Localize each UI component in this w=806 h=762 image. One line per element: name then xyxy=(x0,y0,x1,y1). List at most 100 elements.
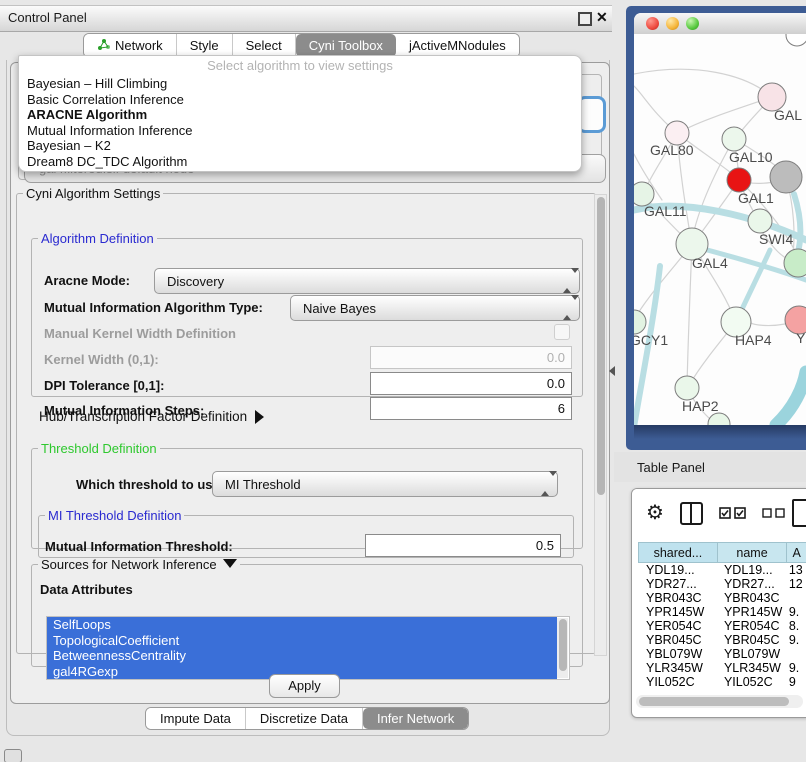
hub-definition-toggle[interactable]: Hub/Transcription Factor Definition xyxy=(39,409,264,424)
network-node-swi4[interactable] xyxy=(748,209,772,233)
data-attributes-label: Data Attributes xyxy=(40,582,133,597)
table-row[interactable]: YDL19...YDL19...13 xyxy=(638,563,806,577)
table-cell: YLR345W xyxy=(638,661,716,675)
list-scrollbar[interactable] xyxy=(557,618,568,678)
node-label: GAL xyxy=(774,107,802,123)
expand-right-icon xyxy=(255,410,264,424)
table-body: YDL19...YDL19...13YDR27...YDR27...12YBR0… xyxy=(638,563,806,689)
aracne-mode-select[interactable]: Discovery xyxy=(154,268,580,294)
node-label: Y xyxy=(796,330,806,346)
zoom-traffic-light-icon[interactable] xyxy=(686,17,699,30)
dpi-tolerance-field[interactable]: 0.0 xyxy=(370,372,572,395)
column-header[interactable]: shared... xyxy=(638,542,717,563)
table-panel-window: ⚙ shared...nameA YDL19...YDL19...13YDR27… xyxy=(631,488,806,718)
mi-threshold-field[interactable]: 0.5 xyxy=(365,534,561,557)
float-window-icon[interactable] xyxy=(578,12,592,26)
attribute-list-item[interactable]: BetweennessCentrality xyxy=(47,648,557,664)
table-horizontal-scrollbar[interactable] xyxy=(636,695,803,708)
gear-icon[interactable]: ⚙ xyxy=(646,503,664,523)
minimized-panel-icon[interactable] xyxy=(4,749,22,762)
table-row[interactable]: YBL079WYBL079W xyxy=(638,647,806,661)
table-row[interactable]: YIL052CYIL052C9 xyxy=(638,675,806,689)
window-shadow xyxy=(634,425,806,439)
attribute-list-item[interactable]: SelfLoops xyxy=(47,617,557,633)
tab-label: Cyni Toolbox xyxy=(309,38,383,53)
data-attributes-list[interactable]: SelfLoopsTopologicalCoefficientBetweenne… xyxy=(46,616,570,680)
column-header[interactable]: name xyxy=(717,542,786,563)
table-cell xyxy=(785,591,806,605)
network-node-gal1[interactable] xyxy=(727,168,751,192)
table-row[interactable]: YBR043CYBR043C xyxy=(638,591,806,605)
close-traffic-light-icon[interactable] xyxy=(646,17,659,30)
algorithm-option[interactable]: Bayesian – Hill Climbing xyxy=(19,76,581,92)
tab-select[interactable]: Select xyxy=(233,34,296,57)
network-graph-canvas[interactable]: GALGAL80GAL10GAL1GAL11SWI4GAL4GCY1HAP4YH… xyxy=(634,34,806,425)
mi-algorithm-type-select[interactable]: Naive Bayes xyxy=(290,295,580,321)
tab-label: Network xyxy=(115,38,163,53)
manual-kernel-checkbox[interactable] xyxy=(554,324,570,340)
table-cell: YLR345W xyxy=(716,661,785,675)
column-header[interactable]: A xyxy=(786,542,806,563)
aracne-mode-value: Discovery xyxy=(167,274,224,289)
attribute-list-item[interactable]: TopologicalCoefficient xyxy=(47,633,557,649)
node-label: GAL80 xyxy=(650,142,694,158)
network-edge xyxy=(692,139,734,240)
table-cell: YBR043C xyxy=(716,591,785,605)
algorithm-option[interactable]: Bayesian – K2 xyxy=(19,138,581,154)
stepper-arrows-icon xyxy=(563,273,572,288)
network-node-gal10[interactable] xyxy=(722,127,746,151)
minimize-traffic-light-icon[interactable] xyxy=(666,17,679,30)
tab-style[interactable]: Style xyxy=(177,34,233,57)
tab-discretize-data[interactable]: Discretize Data xyxy=(246,708,363,729)
columns-icon[interactable] xyxy=(680,502,703,525)
table-row[interactable]: YDR27...YDR27...12 xyxy=(638,577,806,591)
algorithm-option[interactable]: Dream8 DC_TDC Algorithm xyxy=(19,154,581,170)
table-cell xyxy=(785,647,806,661)
table-row[interactable]: YPR145WYPR145W9. xyxy=(638,605,806,619)
sources-title[interactable]: Sources for Network Inference xyxy=(38,557,240,572)
deselect-all-checkboxes-icon[interactable] xyxy=(762,508,785,518)
algorithm-option[interactable]: Mutual Information Inference xyxy=(19,123,581,139)
network-node[interactable] xyxy=(770,161,802,193)
close-icon[interactable]: ✕ xyxy=(596,9,608,26)
table-cell: YDR27... xyxy=(716,577,785,591)
tab-jactivemnodules[interactable]: jActiveMNodules xyxy=(396,34,519,57)
table-row[interactable]: YER054CYER054C8. xyxy=(638,619,806,633)
tab-cyni-toolbox[interactable]: Cyni Toolbox xyxy=(296,34,396,57)
settings-scrollbar[interactable] xyxy=(594,194,607,656)
table-cell: YER054C xyxy=(716,619,785,633)
algorithm-option[interactable]: ARACNE Algorithm xyxy=(19,107,581,123)
select-all-checkboxes-icon[interactable] xyxy=(719,507,746,519)
panel-collapse-arrow-icon[interactable] xyxy=(609,366,615,376)
document-icon[interactable] xyxy=(792,499,806,527)
table-cell: 9 xyxy=(785,675,806,689)
network-node-gcy1[interactable] xyxy=(634,310,646,334)
table-row[interactable]: YBR045CYBR045C9. xyxy=(638,633,806,647)
which-threshold-select[interactable]: MI Threshold xyxy=(212,471,558,497)
aracne-mode-label: Aracne Mode: xyxy=(44,273,130,288)
network-node-hap2[interactable] xyxy=(675,376,699,400)
table-cell: 13 xyxy=(785,563,806,577)
which-threshold-value: MI Threshold xyxy=(225,477,301,492)
network-node[interactable] xyxy=(786,34,806,46)
table-cell: 8. xyxy=(785,619,806,633)
algorithm-option[interactable]: Basic Correlation Inference xyxy=(19,92,581,108)
tab-label: Style xyxy=(190,38,219,53)
tab-label: jActiveMNodules xyxy=(409,38,506,53)
apply-button[interactable]: Apply xyxy=(269,674,340,698)
mi-threshold-definition-group: MI Threshold Definition Mutual Informati… xyxy=(38,508,574,558)
table-cell: YPR145W xyxy=(638,605,716,619)
network-view-inner: GALGAL80GAL10GAL1GAL11SWI4GAL4GCY1HAP4YH… xyxy=(634,13,806,425)
table-cell: YDL19... xyxy=(638,563,716,577)
table-row[interactable]: YLR345WYLR345W9. xyxy=(638,661,806,675)
tab-network[interactable]: Network xyxy=(84,34,177,57)
tab-impute-data[interactable]: Impute Data xyxy=(146,708,246,729)
tab-infer-network[interactable]: Infer Network xyxy=(363,708,468,729)
sources-group: Sources for Network Inference Data Attri… xyxy=(31,557,583,667)
network-view-window: GALGAL80GAL10GAL1GAL11SWI4GAL4GCY1HAP4YH… xyxy=(626,6,806,450)
mi-steps-field[interactable]: 6 xyxy=(370,397,572,420)
network-window-titlebar[interactable] xyxy=(634,13,806,35)
node-table: shared...nameA YDL19...YDL19...13YDR27..… xyxy=(638,542,806,689)
network-node[interactable] xyxy=(708,413,730,425)
node-label: GAL4 xyxy=(692,255,728,271)
